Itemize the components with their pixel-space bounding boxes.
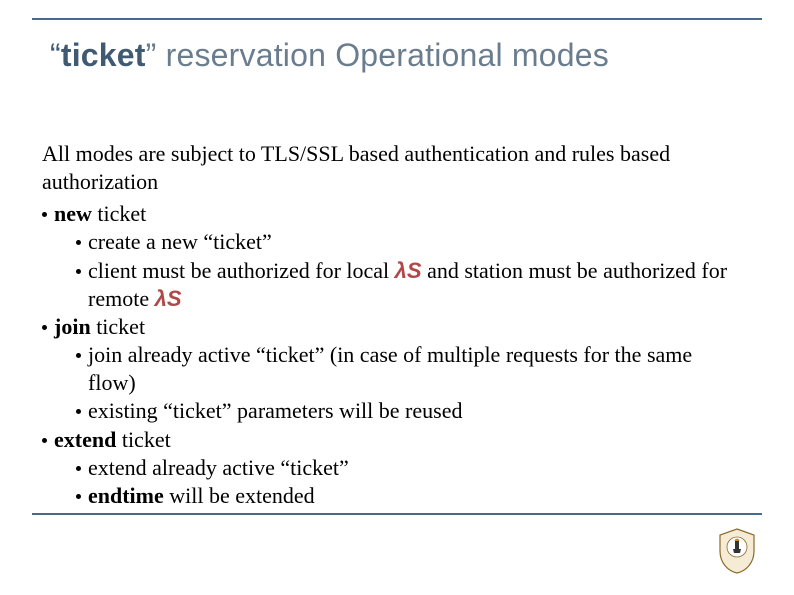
- subitem: endtime will be extended: [42, 482, 744, 510]
- subitem-text-a: client must be authorized for local: [88, 258, 395, 283]
- bottom-rule: [32, 513, 762, 515]
- title-quote-close: ”: [146, 37, 157, 73]
- title-rest: reservation Operational modes: [157, 37, 609, 73]
- item-label-rest: ticket: [92, 201, 146, 226]
- slide: “ticket” reservation Operational modes A…: [0, 0, 794, 595]
- intro-text: All modes are subject to TLS/SSL based a…: [42, 140, 744, 196]
- item-label-bold: join: [54, 314, 91, 339]
- title-word-ticket: ticket: [61, 37, 146, 73]
- subitem: create a new “ticket”: [42, 228, 744, 256]
- subitem-text: create a new “ticket”: [88, 229, 272, 254]
- lambda-s: λS: [155, 286, 182, 311]
- subitem: client must be authorized for local λS a…: [42, 257, 744, 313]
- slide-title: “ticket” reservation Operational modes: [50, 38, 609, 73]
- lambda-s: λS: [395, 258, 422, 283]
- top-rule: [32, 18, 762, 20]
- item-join-ticket: join ticket: [42, 313, 744, 341]
- title-quote-open: “: [50, 37, 61, 73]
- item-label-rest: ticket: [116, 427, 170, 452]
- subitem-text: extend already active “ticket”: [88, 455, 349, 480]
- subitem-bold: endtime: [88, 483, 164, 508]
- university-seal-icon: [716, 527, 758, 575]
- slide-body: All modes are subject to TLS/SSL based a…: [42, 140, 744, 510]
- item-label-bold: extend: [54, 427, 116, 452]
- subitem-text: will be extended: [164, 483, 315, 508]
- item-extend-ticket: extend ticket: [42, 426, 744, 454]
- item-label-rest: ticket: [91, 314, 145, 339]
- item-label-bold: new: [54, 201, 92, 226]
- subitem: existing “ticket” parameters will be reu…: [42, 397, 744, 425]
- subitem-text: join already active “ticket” (in case of…: [88, 342, 692, 395]
- subitem: join already active “ticket” (in case of…: [42, 341, 744, 397]
- subitem-text: existing “ticket” parameters will be reu…: [88, 398, 462, 423]
- item-new-ticket: new ticket: [42, 200, 744, 228]
- subitem: extend already active “ticket”: [42, 454, 744, 482]
